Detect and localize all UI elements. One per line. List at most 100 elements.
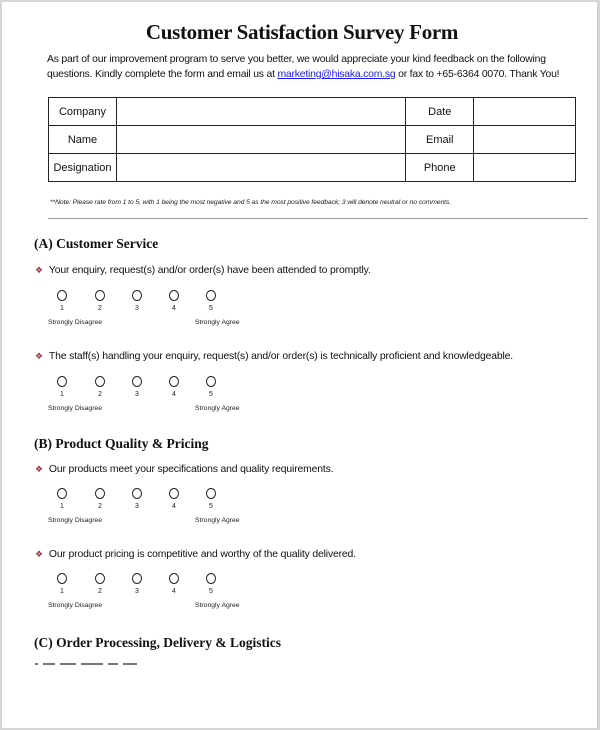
- radio-circle-icon[interactable]: [95, 573, 105, 584]
- strongly-agree-label: Strongly Agree: [195, 405, 240, 412]
- radio-circle-icon[interactable]: [57, 290, 67, 301]
- strongly-agree-label: Strongly Agree: [195, 517, 240, 524]
- rating-option-1[interactable]: 1: [52, 488, 72, 510]
- rating-number: 4: [172, 588, 176, 595]
- table-row: Designation Phone: [48, 153, 576, 182]
- table-row: Name Email: [48, 125, 576, 154]
- cut-off-question-text: [35, 663, 235, 667]
- rating-scale-a2: 1 2 3 4 5 Strongly Disagree Strongly Agree: [46, 376, 266, 416]
- section-title-b: (B) Product Quality & Pricing: [34, 436, 209, 451]
- strongly-disagree-label: Strongly Disagree: [48, 405, 103, 412]
- rating-option-2[interactable]: 2: [90, 376, 110, 398]
- radio-circle-icon[interactable]: [132, 488, 142, 499]
- rating-option-4[interactable]: 4: [164, 573, 184, 595]
- radio-circle-icon[interactable]: [132, 376, 142, 387]
- rating-option-3[interactable]: 3: [127, 488, 147, 510]
- strongly-disagree-label: Strongly Disagree: [48, 517, 103, 524]
- date-label: Date: [405, 97, 475, 126]
- divider: [48, 218, 588, 219]
- rating-option-3[interactable]: 3: [127, 573, 147, 595]
- rating-option-3[interactable]: 3: [127, 376, 147, 398]
- radio-circle-icon[interactable]: [132, 290, 142, 301]
- rating-number: 1: [60, 503, 64, 510]
- rating-number: 3: [135, 503, 139, 510]
- email-link[interactable]: marketing@hisaka.com.sg: [277, 69, 395, 80]
- radio-circle-icon[interactable]: [169, 290, 179, 301]
- strongly-agree-label: Strongly Agree: [195, 319, 240, 326]
- strongly-disagree-label: Strongly Disagree: [48, 602, 103, 609]
- diamond-bullet-icon: ❖: [35, 265, 43, 275]
- strongly-agree-label: Strongly Agree: [195, 602, 240, 609]
- radio-circle-icon[interactable]: [95, 488, 105, 499]
- rating-scale-b1: 1 2 3 4 5 Strongly Disagree Strongly Agree: [46, 488, 266, 528]
- intro-paragraph: As part of our improvement program to se…: [47, 52, 577, 82]
- section-title-a: (A) Customer Service: [34, 236, 159, 251]
- rating-number: 2: [98, 391, 102, 398]
- name-label: Name: [48, 125, 117, 154]
- designation-field[interactable]: [115, 153, 407, 182]
- radio-circle-icon[interactable]: [57, 573, 67, 584]
- form-title: Customer Satisfaction Survey Form: [145, 20, 459, 44]
- question-b1: ❖ Our products meet your specifications a…: [35, 464, 334, 475]
- rating-option-4[interactable]: 4: [164, 290, 184, 312]
- rating-option-1[interactable]: 1: [52, 573, 72, 595]
- rating-scale-b2: 1 2 3 4 5 Strongly Disagree Strongly Agree: [46, 573, 266, 613]
- rating-number: 5: [209, 305, 213, 312]
- rating-number: 1: [60, 391, 64, 398]
- rating-number: 4: [172, 503, 176, 510]
- date-field[interactable]: [473, 97, 576, 126]
- phone-label: Phone: [405, 153, 475, 182]
- rating-number: 4: [172, 391, 176, 398]
- rating-option-4[interactable]: 4: [164, 488, 184, 510]
- diamond-bullet-icon: ❖: [35, 549, 43, 559]
- rating-number: 3: [135, 391, 139, 398]
- rating-option-5[interactable]: 5: [201, 376, 221, 398]
- company-label: Company: [48, 97, 117, 126]
- question-a1: ❖ Your enquiry, request(s) and/or order(s…: [35, 265, 371, 276]
- rating-number: 2: [98, 503, 102, 510]
- radio-circle-icon[interactable]: [169, 573, 179, 584]
- rating-option-2[interactable]: 2: [90, 573, 110, 595]
- rating-number: 5: [209, 588, 213, 595]
- rating-option-1[interactable]: 1: [52, 376, 72, 398]
- rating-number: 2: [98, 588, 102, 595]
- radio-circle-icon[interactable]: [132, 573, 142, 584]
- name-field[interactable]: [115, 125, 407, 154]
- diamond-bullet-icon: ❖: [35, 464, 43, 474]
- radio-circle-icon[interactable]: [57, 488, 67, 499]
- rating-option-2[interactable]: 2: [90, 488, 110, 510]
- radio-circle-icon[interactable]: [206, 573, 216, 584]
- rating-option-5[interactable]: 5: [201, 290, 221, 312]
- rating-number: 2: [98, 305, 102, 312]
- rating-number: 4: [172, 305, 176, 312]
- rating-option-5[interactable]: 5: [201, 573, 221, 595]
- email-field[interactable]: [473, 125, 576, 154]
- strongly-disagree-label: Strongly Disagree: [48, 319, 103, 326]
- rating-number: 3: [135, 305, 139, 312]
- rating-option-3[interactable]: 3: [127, 290, 147, 312]
- email-label: Email: [405, 125, 475, 154]
- radio-circle-icon[interactable]: [95, 290, 105, 301]
- radio-circle-icon[interactable]: [169, 376, 179, 387]
- rating-number: 1: [60, 305, 64, 312]
- rating-number: 5: [209, 503, 213, 510]
- question-b2: ❖ Our product pricing is competitive and …: [35, 549, 356, 560]
- rating-number: 5: [209, 391, 213, 398]
- radio-circle-icon[interactable]: [206, 290, 216, 301]
- table-row: Company Date: [48, 97, 576, 126]
- company-field[interactable]: [115, 97, 407, 126]
- radio-circle-icon[interactable]: [206, 376, 216, 387]
- rating-option-2[interactable]: 2: [90, 290, 110, 312]
- rating-option-5[interactable]: 5: [201, 488, 221, 510]
- rating-option-4[interactable]: 4: [164, 376, 184, 398]
- document-page: Customer Satisfaction Survey Form As par…: [2, 2, 598, 728]
- radio-circle-icon[interactable]: [57, 376, 67, 387]
- rating-note: **Note: Please rate from 1 to 5, with 1 …: [50, 199, 452, 206]
- radio-circle-icon[interactable]: [169, 488, 179, 499]
- radio-circle-icon[interactable]: [95, 376, 105, 387]
- designation-label: Designation: [48, 153, 117, 182]
- radio-circle-icon[interactable]: [206, 488, 216, 499]
- phone-field[interactable]: [473, 153, 576, 182]
- rating-option-1[interactable]: 1: [52, 290, 72, 312]
- contact-info-table: Company Date Name Email Designation Phon…: [48, 97, 576, 182]
